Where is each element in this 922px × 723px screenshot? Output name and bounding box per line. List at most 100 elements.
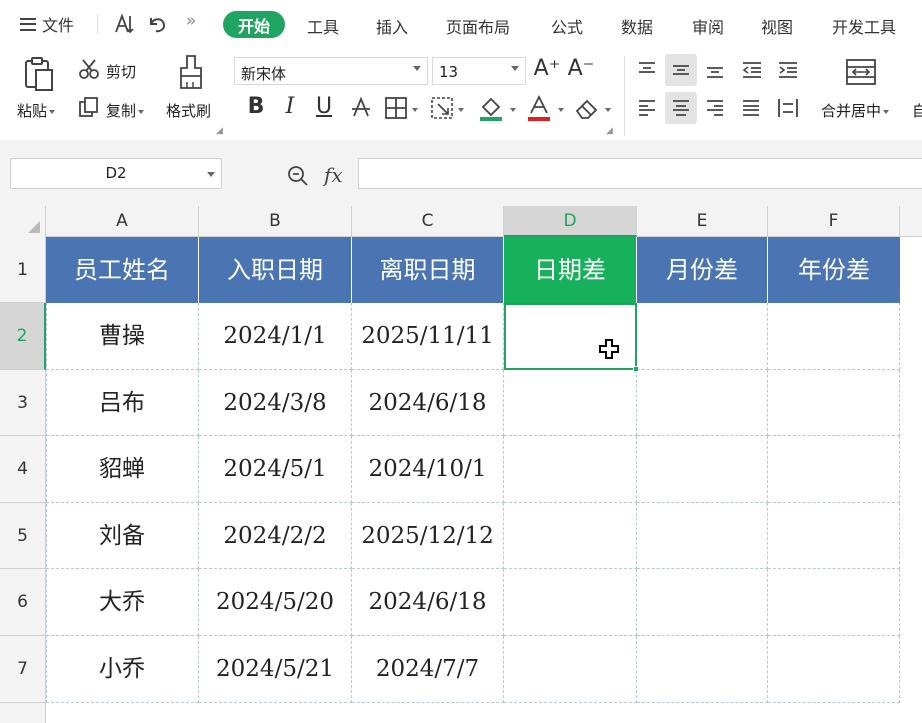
undo-icon[interactable] xyxy=(146,12,168,34)
column-header-c[interactable]: C xyxy=(352,206,504,237)
cell-f2[interactable] xyxy=(768,303,900,370)
cell-c2[interactable]: 2025/11/11 xyxy=(352,303,504,370)
cell-a2[interactable]: 曹操 xyxy=(46,303,199,370)
tab-developer[interactable]: 开发工具 xyxy=(832,14,896,38)
column-header-f[interactable]: F xyxy=(768,206,900,237)
cell-a5[interactable]: 刘备 xyxy=(46,503,199,569)
cell-f4[interactable] xyxy=(768,436,900,503)
cell-style-icon[interactable] xyxy=(430,96,454,120)
tab-review[interactable]: 审阅 xyxy=(692,14,724,38)
decrease-indent-icon[interactable] xyxy=(740,60,764,80)
header-cell-leave-date[interactable]: 离职日期 xyxy=(352,237,504,303)
cell-f7[interactable] xyxy=(768,636,900,703)
cell-b4[interactable]: 2024/5/1 xyxy=(199,436,352,503)
column-header-d[interactable]: D xyxy=(504,206,637,237)
font-size-select[interactable]: 13 xyxy=(432,57,526,85)
file-menu-button[interactable]: 文件 xyxy=(20,12,74,36)
cell-f3[interactable] xyxy=(768,370,900,436)
save-icon[interactable] xyxy=(112,12,136,36)
justify-icon[interactable] xyxy=(740,98,762,118)
bold-button[interactable]: B xyxy=(242,94,270,119)
paste-icon[interactable] xyxy=(22,56,56,92)
strikethrough-icon[interactable] xyxy=(350,96,372,120)
chevron-down-icon[interactable] xyxy=(510,108,516,112)
copy-button[interactable]: 复制 xyxy=(106,100,145,121)
tab-data[interactable]: 数据 xyxy=(621,14,653,38)
cell-e3[interactable] xyxy=(637,370,768,436)
zoom-function-icon[interactable] xyxy=(286,164,310,188)
cell-a7[interactable]: 小乔 xyxy=(46,636,199,703)
tab-formulas[interactable]: 公式 xyxy=(551,14,583,38)
header-cell-name[interactable]: 员工姓名 xyxy=(46,237,199,303)
align-right-icon[interactable] xyxy=(704,98,726,118)
chevron-down-icon[interactable] xyxy=(412,108,418,112)
cell-e4[interactable] xyxy=(637,436,768,503)
format-painter-button[interactable]: 格式刷 xyxy=(166,100,211,121)
column-header-e[interactable]: E xyxy=(637,206,768,237)
fill-handle[interactable] xyxy=(633,366,639,372)
align-top-icon[interactable] xyxy=(636,60,658,80)
increase-font-size-button[interactable]: A⁺ xyxy=(533,56,561,81)
distributed-align-icon[interactable] xyxy=(776,96,800,120)
font-name-select[interactable]: 新宋体 xyxy=(234,57,428,85)
header-cell-hire-date[interactable]: 入职日期 xyxy=(199,237,352,303)
row-header-6[interactable]: 6 xyxy=(0,569,46,636)
cell-c5[interactable]: 2025/12/12 xyxy=(352,503,504,569)
align-bottom-icon[interactable] xyxy=(704,60,726,80)
cell-e7[interactable] xyxy=(637,636,768,703)
cell-d3[interactable] xyxy=(504,370,637,436)
tab-tools[interactable]: 工具 xyxy=(307,14,339,38)
header-cell-year-diff[interactable]: 年份差 xyxy=(768,237,900,303)
cell-d4[interactable] xyxy=(504,436,637,503)
cell-c4[interactable]: 2024/10/1 xyxy=(352,436,504,503)
row-header-8[interactable] xyxy=(0,703,46,723)
align-middle-icon[interactable] xyxy=(670,60,692,80)
font-expand-icon[interactable]: ◢ xyxy=(606,126,613,136)
header-cell-date-diff[interactable]: 日期差 xyxy=(504,237,637,303)
row-header-1[interactable]: 1 xyxy=(0,237,46,303)
cell-e5[interactable] xyxy=(637,503,768,569)
cut-button[interactable]: 剪切 xyxy=(106,61,136,82)
paste-button[interactable]: 粘贴 xyxy=(17,100,56,121)
merge-center-button[interactable]: 合并居中 xyxy=(821,100,890,121)
cell-b7[interactable]: 2024/5/21 xyxy=(199,636,352,703)
name-box[interactable]: D2 xyxy=(10,158,222,189)
tab-insert[interactable]: 插入 xyxy=(376,14,408,38)
clipboard-expand-icon[interactable]: ◢ xyxy=(216,126,223,136)
tab-home[interactable]: 开始 xyxy=(223,11,285,38)
cell-b6[interactable]: 2024/5/20 xyxy=(199,569,352,636)
header-cell-month-diff[interactable]: 月份差 xyxy=(637,237,768,303)
font-color-icon[interactable] xyxy=(526,94,552,122)
cell-a4[interactable]: 貂蝉 xyxy=(46,436,199,503)
cell-c3[interactable]: 2024/6/18 xyxy=(352,370,504,436)
chevron-down-icon[interactable] xyxy=(458,108,464,112)
borders-icon[interactable] xyxy=(384,96,408,120)
cell-d5[interactable] xyxy=(504,503,637,569)
cell-b3[interactable]: 2024/3/8 xyxy=(199,370,352,436)
cell-d7[interactable] xyxy=(504,636,637,703)
increase-indent-icon[interactable] xyxy=(776,60,800,80)
underline-button[interactable]: U xyxy=(310,94,338,119)
eraser-icon[interactable] xyxy=(574,96,600,120)
column-header-a[interactable]: A xyxy=(46,206,199,237)
chevron-down-icon[interactable] xyxy=(605,108,611,112)
cell-e6[interactable] xyxy=(637,569,768,636)
cell-a6[interactable]: 大乔 xyxy=(46,569,199,636)
formula-input[interactable] xyxy=(358,158,922,189)
align-center-icon[interactable] xyxy=(670,98,692,118)
italic-button[interactable]: I xyxy=(276,94,304,119)
decrease-font-size-button[interactable]: A⁻ xyxy=(567,56,595,81)
cell-f5[interactable] xyxy=(768,503,900,569)
row-header-3[interactable]: 3 xyxy=(0,370,46,436)
scissors-icon[interactable] xyxy=(78,58,100,80)
tab-page-layout[interactable]: 页面布局 xyxy=(446,14,510,38)
more-chevrons-icon[interactable]: » xyxy=(186,11,196,31)
chevron-down-icon[interactable] xyxy=(558,108,564,112)
insert-function-button[interactable]: fx xyxy=(324,163,343,187)
row-header-5[interactable]: 5 xyxy=(0,503,46,569)
format-painter-icon[interactable] xyxy=(178,54,204,92)
row-header-7[interactable]: 7 xyxy=(0,636,46,703)
align-left-icon[interactable] xyxy=(636,98,658,118)
cell-a3[interactable]: 吕布 xyxy=(46,370,199,436)
cell-b2[interactable]: 2024/1/1 xyxy=(199,303,352,370)
